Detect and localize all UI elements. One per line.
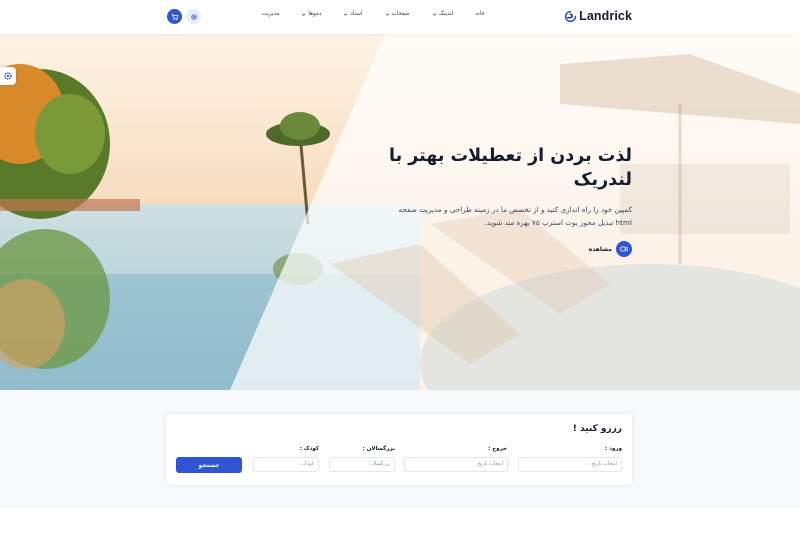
settings-button[interactable] xyxy=(186,9,201,24)
theme-settings-toggle[interactable] xyxy=(0,67,16,85)
booking-title: رزرو کنید ! xyxy=(572,424,622,434)
video-icon xyxy=(620,246,628,252)
chevron-down-icon xyxy=(385,13,389,16)
main-menu: خانه لندینگ صفحات اسناد دموها مدیریت xyxy=(240,11,485,17)
hero-description-line: کمپین خود را راه اندازی کنید و از تخصص م… xyxy=(398,205,632,214)
hero-description: کمپین خود را راه اندازی کنید و از تخصص م… xyxy=(382,204,632,229)
menu-item-label: مدیریت xyxy=(261,11,280,17)
children-field[interactable]: کودک : xyxy=(253,457,319,472)
adults-field[interactable]: بزرگسال : xyxy=(329,457,395,472)
logo-mark-icon xyxy=(564,10,577,22)
menu-item-demos[interactable]: دموها xyxy=(301,11,321,17)
children-label: کودک : xyxy=(299,446,319,452)
watch-video-button[interactable] xyxy=(616,241,632,257)
menu-item-label: لندینگ xyxy=(438,11,454,17)
hero-title-line: لذت بردن از تعطیلات بهتر با xyxy=(389,146,632,166)
hero-section: لذت بردن از تعطیلات بهتر با لندریک کمپین… xyxy=(0,34,800,390)
chevron-down-icon xyxy=(344,13,348,16)
gear-icon xyxy=(4,72,12,80)
menu-item-home[interactable]: خانه xyxy=(475,11,485,17)
menu-item-label: دموها xyxy=(308,11,322,17)
checkin-field[interactable]: انتخاب تاریخ : xyxy=(518,457,622,472)
chevron-down-icon xyxy=(302,13,306,16)
menu-item-admin[interactable]: مدیریت xyxy=(262,11,280,17)
cart-button[interactable] xyxy=(167,9,182,24)
menu-item-landing[interactable]: لندینگ xyxy=(432,11,454,17)
checkout-label: خروج : xyxy=(488,446,507,452)
watch-label: مشاهده xyxy=(588,245,612,253)
navbar: Landrick خانه لندینگ صفحات اسناد دموها م… xyxy=(0,0,800,34)
menu-item-docs[interactable]: اسناد xyxy=(343,11,363,17)
checkout-field[interactable]: انتخاب تاریخ xyxy=(404,457,508,472)
hero-content: لذت بردن از تعطیلات بهتر با لندریک کمپین… xyxy=(382,144,632,257)
gear-icon xyxy=(190,13,197,20)
checkin-label: ورود : xyxy=(605,446,622,452)
menu-item-label: اسناد xyxy=(350,11,363,17)
hero-description-line: html تبدیل محور بوت استرپ ۷۵ بهره مند شو… xyxy=(484,217,632,227)
hero-title: لذت بردن از تعطیلات بهتر با لندریک xyxy=(382,144,632,192)
hero-title-line: لندریک xyxy=(573,170,632,190)
watch-video-link[interactable]: مشاهده xyxy=(382,241,632,257)
menu-item-label: خانه xyxy=(475,11,485,17)
brand-name: Landrick xyxy=(579,9,632,23)
search-button[interactable]: جستجو xyxy=(176,457,242,473)
adults-label: بزرگسالان : xyxy=(362,446,395,452)
nav-buttons xyxy=(167,9,201,24)
menu-item-pages[interactable]: صفحات xyxy=(385,11,410,17)
booking-card: رزرو کنید ! ورود : انتخاب تاریخ : خروج :… xyxy=(166,414,632,485)
menu-item-label: صفحات xyxy=(391,11,410,17)
logo[interactable]: Landrick xyxy=(564,9,632,23)
chevron-down-icon xyxy=(432,13,436,16)
cart-icon xyxy=(171,13,178,20)
